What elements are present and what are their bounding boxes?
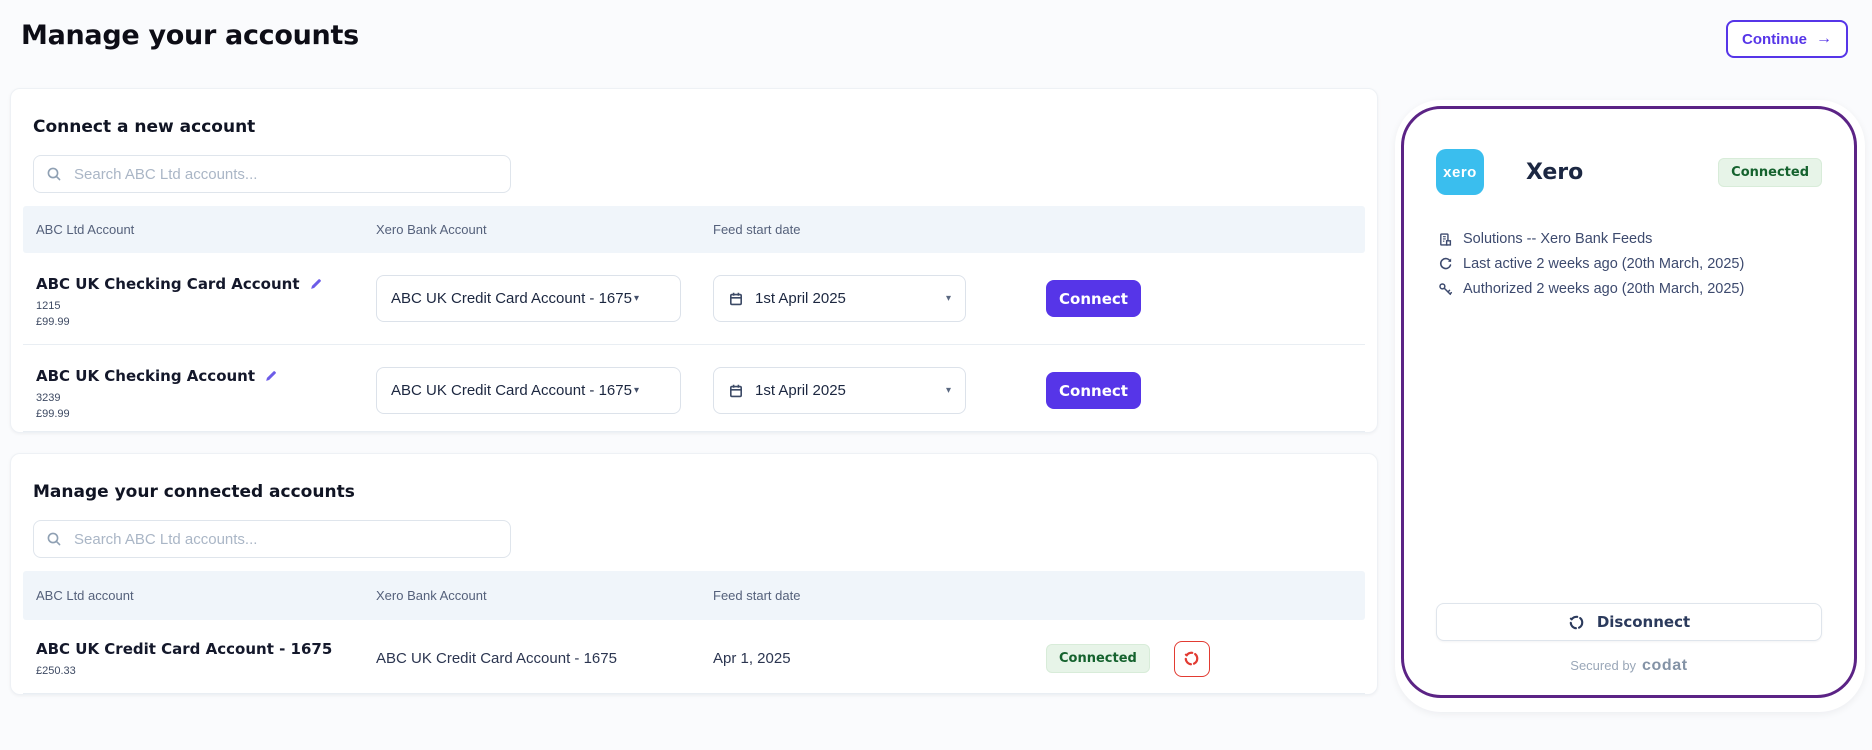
detail-row: Authorized 2 weeks ago (20th March, 2025… bbox=[1438, 281, 1822, 297]
topbar: Manage your accounts Continue → bbox=[0, 0, 1872, 88]
table-row: ABC UK Checking Account 3239 £99.99 ABC … bbox=[23, 345, 1365, 432]
column-header: Feed start date bbox=[713, 588, 1046, 603]
column-header: ABC Ltd account bbox=[23, 588, 376, 603]
connect-section-title: Connect a new account bbox=[33, 117, 1377, 137]
account-name: ABC UK Credit Card Account - 1675 bbox=[36, 640, 332, 658]
column-header: ABC Ltd Account bbox=[23, 222, 376, 237]
disconnect-button[interactable]: Disconnect bbox=[1436, 603, 1822, 641]
feed-start-date-picker[interactable]: 1st April 2025 ▾ bbox=[713, 367, 966, 414]
detail-text: Authorized 2 weeks ago (20th March, 2025… bbox=[1463, 281, 1744, 297]
calendar-icon bbox=[728, 291, 744, 307]
manage-table-header: ABC Ltd account Xero Bank Account Feed s… bbox=[23, 571, 1365, 620]
building-icon bbox=[1438, 232, 1453, 247]
broken-link-icon bbox=[1568, 614, 1585, 631]
feed-start-date-cell: Apr 1, 2025 bbox=[713, 650, 1046, 667]
accounts-column: Connect a new account ABC Ltd Account Xe… bbox=[10, 88, 1378, 695]
xero-logo: xero bbox=[1436, 149, 1484, 195]
connect-search-box bbox=[33, 155, 511, 193]
chevron-down-icon: ▾ bbox=[946, 385, 951, 396]
refresh-icon bbox=[1438, 257, 1453, 272]
account-number: 3239 bbox=[36, 392, 376, 404]
pencil-icon bbox=[264, 369, 278, 383]
detail-text: Last active 2 weeks ago (20th March, 202… bbox=[1463, 256, 1744, 272]
continue-button[interactable]: Continue → bbox=[1726, 20, 1848, 58]
main-content: Connect a new account ABC Ltd Account Xe… bbox=[0, 88, 1872, 712]
column-header: Feed start date bbox=[713, 222, 1046, 237]
chevron-down-icon: ▾ bbox=[634, 293, 639, 304]
integration-title: Xero bbox=[1526, 160, 1583, 185]
broken-link-icon bbox=[1183, 650, 1200, 667]
chevron-down-icon: ▾ bbox=[946, 293, 951, 304]
calendar-icon bbox=[728, 383, 744, 399]
xero-connection-panel: xero Xero Connected Solutions -- Xero Ba… bbox=[1401, 106, 1857, 698]
edit-account-button[interactable] bbox=[309, 277, 323, 291]
selected-xero-account: ABC UK Credit Card Account - 1675 bbox=[391, 290, 632, 307]
feed-start-date-picker[interactable]: 1st April 2025 ▾ bbox=[713, 275, 966, 322]
connect-button[interactable]: Connect bbox=[1046, 280, 1141, 317]
detail-row: Last active 2 weeks ago (20th March, 202… bbox=[1438, 256, 1822, 272]
continue-label: Continue bbox=[1742, 31, 1807, 48]
table-row: ABC UK Checking Card Account 1215 £99.99… bbox=[23, 253, 1365, 345]
search-icon bbox=[46, 166, 62, 182]
manage-section-title: Manage your connected accounts bbox=[33, 482, 1377, 502]
disconnect-label: Disconnect bbox=[1597, 613, 1690, 631]
chevron-down-icon: ▾ bbox=[634, 385, 639, 396]
search-icon bbox=[46, 531, 62, 547]
status-badge: Connected bbox=[1046, 644, 1150, 673]
manage-search-box bbox=[33, 520, 511, 558]
connected-accounts-card: Manage your connected accounts ABC Ltd a… bbox=[10, 453, 1378, 695]
secured-by: Secured by codat bbox=[1436, 657, 1822, 675]
codat-logo: codat bbox=[1642, 657, 1688, 674]
xero-panel-wrap: xero Xero Connected Solutions -- Xero Ba… bbox=[1395, 100, 1865, 712]
key-icon bbox=[1438, 282, 1453, 297]
account-balance: £250.33 bbox=[36, 665, 376, 677]
column-header: Xero Bank Account bbox=[376, 588, 713, 603]
feed-start-date-value: 1st April 2025 bbox=[755, 382, 846, 399]
arrow-right-icon: → bbox=[1816, 30, 1832, 48]
detail-row: Solutions -- Xero Bank Feeds bbox=[1438, 231, 1822, 247]
manage-search-input[interactable] bbox=[33, 520, 511, 558]
connection-status-badge: Connected bbox=[1718, 158, 1822, 187]
xero-account-select[interactable]: ABC UK Credit Card Account - 1675 ▾ bbox=[376, 367, 681, 414]
account-balance: £99.99 bbox=[36, 316, 376, 328]
page-title: Manage your accounts bbox=[21, 20, 359, 51]
xero-account-select[interactable]: ABC UK Credit Card Account - 1675 ▾ bbox=[376, 275, 681, 322]
connect-search-input[interactable] bbox=[33, 155, 511, 193]
connect-new-account-card: Connect a new account ABC Ltd Account Xe… bbox=[10, 88, 1378, 433]
account-balance: £99.99 bbox=[36, 408, 376, 420]
account-name: ABC UK Checking Card Account bbox=[36, 275, 300, 293]
account-name: ABC UK Checking Account bbox=[36, 367, 255, 385]
xero-account-cell: ABC UK Credit Card Account - 1675 bbox=[376, 650, 713, 667]
secured-by-text: Secured by bbox=[1570, 658, 1636, 673]
account-cell: ABC UK Credit Card Account - 1675 £250.3… bbox=[23, 640, 376, 677]
detail-text: Solutions -- Xero Bank Feeds bbox=[1463, 231, 1652, 247]
panel-header: xero Xero Connected bbox=[1436, 149, 1822, 195]
edit-account-button[interactable] bbox=[264, 369, 278, 383]
feed-start-date-value: 1st April 2025 bbox=[755, 290, 846, 307]
connection-details: Solutions -- Xero Bank Feeds Last active… bbox=[1438, 231, 1822, 297]
account-cell: ABC UK Checking Card Account 1215 £99.99 bbox=[23, 275, 376, 328]
account-number: 1215 bbox=[36, 300, 376, 312]
table-row: ABC UK Credit Card Account - 1675 £250.3… bbox=[23, 620, 1365, 694]
pencil-icon bbox=[309, 277, 323, 291]
status-cell: Connected bbox=[1046, 641, 1365, 677]
account-cell: ABC UK Checking Account 3239 £99.99 bbox=[23, 367, 376, 420]
selected-xero-account: ABC UK Credit Card Account - 1675 bbox=[391, 382, 632, 399]
column-header: Xero Bank Account bbox=[376, 222, 713, 237]
connect-button[interactable]: Connect bbox=[1046, 372, 1141, 409]
connect-table-header: ABC Ltd Account Xero Bank Account Feed s… bbox=[23, 206, 1365, 253]
disconnect-account-button[interactable] bbox=[1174, 641, 1210, 677]
